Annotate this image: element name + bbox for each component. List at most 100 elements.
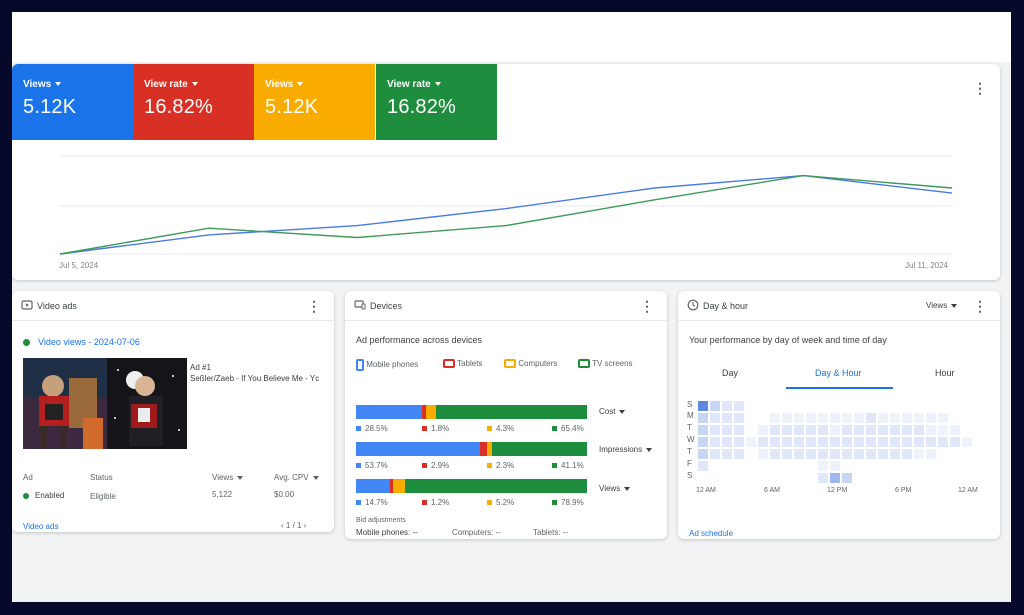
devices-icon — [354, 300, 366, 310]
series-line-2 — [59, 174, 953, 255]
percent-mobile: 28.5% — [356, 424, 388, 433]
tv-swatch — [552, 426, 557, 432]
legend-mobile-phones[interactable]: Mobile phones — [356, 359, 418, 371]
bar-segment-computers — [425, 405, 436, 419]
heatmap-cell — [950, 425, 960, 435]
heatmap-cell — [818, 449, 828, 459]
ad-thumbnail[interactable] — [23, 358, 187, 449]
more-options-icon[interactable]: ⋮ — [639, 298, 655, 314]
heatmap-cell — [782, 425, 792, 435]
percent-value: 1.8% — [431, 424, 450, 433]
chevron-left-icon[interactable]: ‹ — [281, 521, 284, 530]
heatmap-cell — [746, 437, 756, 447]
ad-title[interactable]: Seßler/Zaeb - If You Believe Me - Yc — [190, 374, 326, 383]
heatmap-cell — [782, 449, 792, 459]
heatmap-cell — [842, 437, 852, 447]
day-label: S — [687, 400, 693, 409]
ad-schedule-link[interactable]: Ad schedule — [689, 529, 733, 538]
tablet-swatch — [422, 463, 427, 469]
heatmap-cell — [734, 413, 744, 423]
heatmap-cell — [878, 425, 888, 435]
column-header-avg-cpv[interactable]: Avg. CPV — [274, 473, 319, 482]
heatmap-cell — [878, 449, 888, 459]
heatmap-cell — [818, 461, 828, 471]
chevron-right-icon[interactable]: › — [304, 521, 307, 530]
percent-mobile: 14.7% — [356, 498, 388, 507]
video-ads-title: Video ads — [37, 301, 77, 311]
heatmap-cell — [770, 413, 780, 423]
heatmap-cell — [818, 413, 828, 423]
campaign-link[interactable]: Video views - 2024-07-06 — [38, 337, 140, 347]
tv-swatch — [552, 500, 557, 506]
heatmap-cell — [806, 425, 816, 435]
metric-dropdown-cost[interactable]: Cost — [599, 407, 626, 416]
tv-swatch — [552, 463, 557, 469]
mobile-swatch — [356, 426, 361, 432]
avg-cpv-label: Avg. CPV — [274, 473, 309, 482]
heatmap-cell — [710, 449, 720, 459]
heatmap-cell — [794, 437, 804, 447]
enabled-dot-icon — [23, 492, 29, 499]
top-band — [12, 12, 1011, 62]
heatmap-cell — [830, 425, 840, 435]
devices-title: Devices — [370, 301, 403, 311]
bar-segment-computers — [392, 479, 405, 493]
hour-label: 12 PM — [827, 487, 848, 494]
video-ads-header: Video ads ⋮ — [12, 291, 334, 321]
heatmap-cell — [782, 437, 792, 447]
percent-computers: 2.3% — [487, 461, 514, 470]
metric-dropdown-impressions[interactable]: Impressions — [599, 445, 653, 454]
heatmap-cell — [698, 413, 708, 423]
legend-tablets[interactable]: Tablets — [443, 359, 482, 369]
day-hour-card: Day & hour Views ⋮ Your performance by d… — [678, 291, 1000, 539]
video-ads-footer-link[interactable]: Video ads — [23, 522, 58, 531]
device-bar-views — [356, 479, 587, 493]
percent-tv: 78.9% — [552, 498, 584, 507]
legend-computers[interactable]: Computers — [504, 359, 557, 369]
heatmap-cell — [866, 437, 876, 447]
heatmap-cell — [938, 425, 948, 435]
campaign-row[interactable]: Video views - 2024-07-06 — [23, 337, 140, 347]
day-label: W — [687, 435, 695, 444]
column-header-status: Status — [90, 473, 113, 482]
heatmap-cell — [830, 437, 840, 447]
legend-label: Mobile phones — [366, 360, 419, 370]
bid-tablets: Tablets: -- — [533, 528, 569, 537]
heatmap-cell — [758, 449, 768, 459]
hour-label: 12 AM — [958, 487, 978, 494]
heatmap-cell — [890, 449, 900, 459]
legend-tv-screens[interactable]: TV screens — [578, 359, 633, 369]
heatmap-cell — [878, 413, 888, 423]
column-header-views[interactable]: Views — [212, 473, 244, 482]
bar-segment-tv — [435, 405, 587, 419]
heatmap-cell — [926, 437, 936, 447]
heatmap-cell — [794, 425, 804, 435]
bar-segment-mobile — [356, 405, 422, 419]
heatmap-cell — [830, 449, 840, 459]
percent-mobile: 53.7% — [356, 461, 388, 470]
metric-dropdown-views[interactable]: Views — [599, 484, 631, 493]
heatmap-cell — [710, 401, 720, 411]
caret-down-icon — [237, 475, 244, 480]
heatmap-cell — [770, 449, 780, 459]
heatmap-cell — [926, 425, 936, 435]
heatmap-cell — [818, 473, 828, 483]
percent-value: 2.3% — [496, 461, 515, 470]
heatmap-cell — [758, 425, 768, 435]
hour-label: 12 AM — [696, 487, 716, 494]
bid-adjustments-title: Bid adjustments — [356, 517, 406, 524]
mobile-phone-icon — [356, 359, 364, 371]
heatmap-cell — [806, 437, 816, 447]
heatmap-cell — [722, 413, 732, 423]
line-chart — [59, 155, 953, 255]
heatmap-cell — [830, 461, 840, 471]
percent-value: 4.3% — [496, 424, 515, 433]
percent-tablets: 1.8% — [422, 424, 449, 433]
status-dot-icon — [23, 339, 30, 347]
devices-card: Devices ⋮ Ad performance across devices … — [345, 291, 667, 539]
heatmap-cell — [722, 437, 732, 447]
heatmap-cell — [902, 413, 912, 423]
percent-tv: 65.4% — [552, 424, 584, 433]
device-bar-impressions — [356, 442, 587, 456]
more-options-icon[interactable]: ⋮ — [306, 298, 322, 314]
